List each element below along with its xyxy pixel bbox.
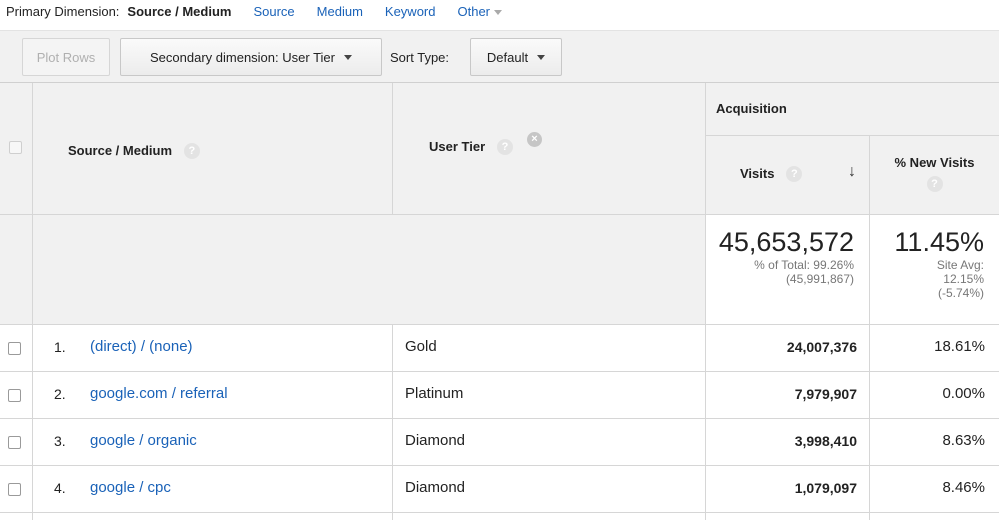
primary-dimension-label: Primary Dimension: bbox=[6, 3, 120, 19]
help-icon[interactable]: ? bbox=[786, 166, 803, 183]
column-header-source-medium[interactable]: Source / Medium ? bbox=[68, 142, 368, 160]
row-visits: 7,979,907 bbox=[794, 386, 857, 402]
totals-new-visits-site-avg: 12.15% bbox=[943, 272, 984, 286]
select-all-checkbox[interactable] bbox=[9, 141, 22, 154]
row-checkbox[interactable] bbox=[8, 389, 21, 402]
sort-type-label: Sort Type: bbox=[390, 49, 450, 65]
primary-dimension-source-link[interactable]: Source bbox=[253, 4, 294, 19]
row-new-visits: 8.46% bbox=[942, 479, 985, 496]
row-number: 2. bbox=[54, 386, 66, 402]
row-divider bbox=[0, 371, 999, 372]
row-user-tier: Diamond bbox=[405, 479, 466, 496]
column-header-user-tier[interactable]: User Tier ? × bbox=[429, 131, 689, 156]
column-header-new-visits[interactable]: % New Visits ? bbox=[870, 155, 999, 192]
column-divider bbox=[392, 324, 393, 520]
primary-dimension-other-dropdown[interactable]: Other bbox=[457, 4, 502, 19]
row-divider bbox=[705, 135, 999, 136]
row-divider bbox=[0, 512, 999, 513]
primary-dimension-medium-link[interactable]: Medium bbox=[317, 4, 363, 19]
plot-rows-label: Plot Rows bbox=[36, 49, 96, 65]
row-new-visits: 8.63% bbox=[942, 432, 985, 449]
row-source-link[interactable]: google.com / referral bbox=[90, 385, 228, 402]
column-divider bbox=[705, 83, 706, 520]
help-icon[interactable]: ? bbox=[926, 176, 943, 192]
primary-dimension-bar: Primary Dimension: Source / Medium Sourc… bbox=[0, 0, 999, 22]
row-divider bbox=[0, 418, 999, 419]
row-number: 1. bbox=[54, 339, 66, 355]
chevron-down-icon bbox=[494, 9, 502, 15]
row-user-tier: Gold bbox=[405, 338, 437, 355]
sort-type-dropdown[interactable]: Default bbox=[470, 38, 562, 76]
column-group-acquisition: Acquisition bbox=[716, 101, 787, 116]
plot-rows-button[interactable]: Plot Rows bbox=[22, 38, 110, 76]
column-header-user-tier-label: User Tier bbox=[429, 139, 486, 154]
table-toolbar: Plot Rows Secondary dimension: User Tier… bbox=[0, 30, 999, 82]
row-new-visits: 18.61% bbox=[934, 338, 985, 355]
totals-new-visits-site-avg-label: Site Avg: bbox=[936, 258, 984, 272]
row-divider bbox=[0, 465, 999, 466]
report-table: Source / Medium ? User Tier ? × Acquisit… bbox=[0, 82, 999, 520]
remove-dimension-icon[interactable]: × bbox=[526, 131, 542, 147]
row-checkbox[interactable] bbox=[8, 483, 21, 496]
totals-visits-percent: % of Total: 99.26% bbox=[754, 258, 854, 272]
chevron-down-icon bbox=[537, 54, 546, 60]
totals-visits-overall: (45,991,867) bbox=[785, 272, 854, 286]
primary-dimension-other-label: Other bbox=[457, 3, 490, 19]
row-divider bbox=[0, 324, 999, 325]
row-user-tier: Diamond bbox=[405, 432, 466, 449]
column-header-visits-label: Visits bbox=[740, 166, 775, 181]
totals-visits-value: 45,653,572 bbox=[718, 227, 854, 257]
row-source-link[interactable]: google / cpc bbox=[90, 479, 171, 496]
row-visits: 24,007,376 bbox=[786, 339, 857, 355]
sort-descending-icon[interactable]: ↓ bbox=[848, 163, 856, 181]
row-source-link[interactable]: google / organic bbox=[90, 432, 197, 449]
help-icon[interactable]: ? bbox=[497, 139, 514, 156]
totals-row-background bbox=[0, 214, 705, 324]
primary-dimension-active: Source / Medium bbox=[127, 3, 232, 19]
totals-new-visits-value: 11.45% bbox=[894, 227, 984, 257]
row-new-visits: 0.00% bbox=[942, 385, 985, 402]
row-number: 4. bbox=[54, 480, 66, 496]
secondary-dimension-label: Secondary dimension: User Tier bbox=[150, 49, 335, 65]
help-icon[interactable]: ? bbox=[183, 143, 200, 160]
row-checkbox[interactable] bbox=[8, 342, 21, 355]
secondary-dimension-dropdown[interactable]: Secondary dimension: User Tier bbox=[120, 38, 382, 76]
column-divider bbox=[32, 83, 33, 520]
column-header-new-visits-label: % New Visits bbox=[894, 155, 975, 170]
row-divider bbox=[0, 214, 999, 215]
sort-type-value: Default bbox=[486, 49, 529, 65]
row-user-tier: Platinum bbox=[405, 385, 464, 402]
row-visits: 1,079,097 bbox=[794, 480, 857, 496]
column-divider bbox=[392, 83, 393, 214]
totals-visits: 45,653,572 % of Total: 99.26% (45,991,86… bbox=[706, 227, 854, 286]
row-checkbox[interactable] bbox=[8, 436, 21, 449]
row-number: 3. bbox=[54, 433, 66, 449]
row-visits: 3,998,410 bbox=[794, 433, 857, 449]
column-header-source-medium-label: Source / Medium bbox=[68, 143, 173, 158]
totals-new-visits: 11.45% Site Avg: 12.15% (-5.74%) bbox=[870, 227, 984, 300]
column-header-visits[interactable]: Visits ? ↓ bbox=[740, 163, 865, 183]
primary-dimension-keyword-link[interactable]: Keyword bbox=[385, 4, 436, 19]
chevron-down-icon bbox=[343, 54, 352, 60]
row-source-link[interactable]: (direct) / (none) bbox=[90, 338, 193, 355]
totals-new-visits-delta: (-5.74%) bbox=[937, 286, 984, 300]
column-divider bbox=[869, 135, 870, 520]
